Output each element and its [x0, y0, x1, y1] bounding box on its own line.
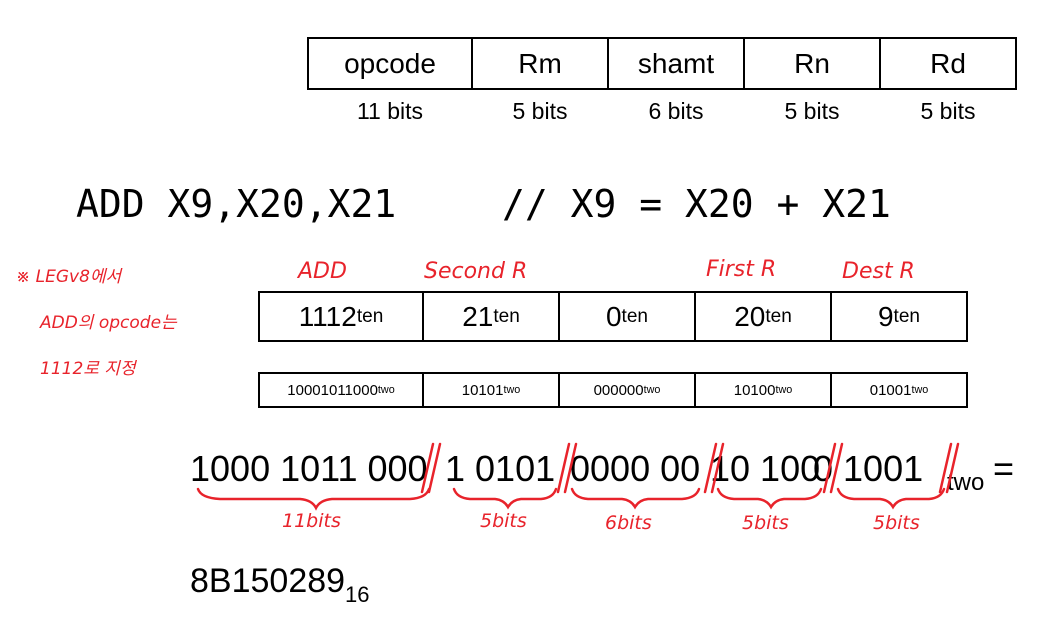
hex-value: 8B150289 [190, 562, 346, 600]
bitcount-shamt: 6bits [605, 512, 652, 534]
field-divider-slash [703, 442, 725, 494]
brace-rm [452, 487, 558, 510]
bitcount-rn: 5bits [742, 512, 789, 534]
bitcount-rm: 5bits [480, 510, 527, 532]
field-divider-slash [556, 442, 578, 494]
brace-opcode [196, 487, 431, 511]
brace-shamt [570, 487, 701, 510]
hex-base: 16 [345, 581, 370, 607]
field-divider-slash [822, 442, 844, 494]
hex-result: 8B15028916 [190, 562, 370, 608]
brace-rd [836, 487, 946, 510]
field-divider-slash [938, 442, 960, 494]
brace-rn [716, 487, 823, 510]
field-divider-slash [420, 442, 442, 494]
bitcount-rd: 5bits [873, 512, 920, 534]
bitcount-opcode: 11bits [282, 510, 341, 532]
